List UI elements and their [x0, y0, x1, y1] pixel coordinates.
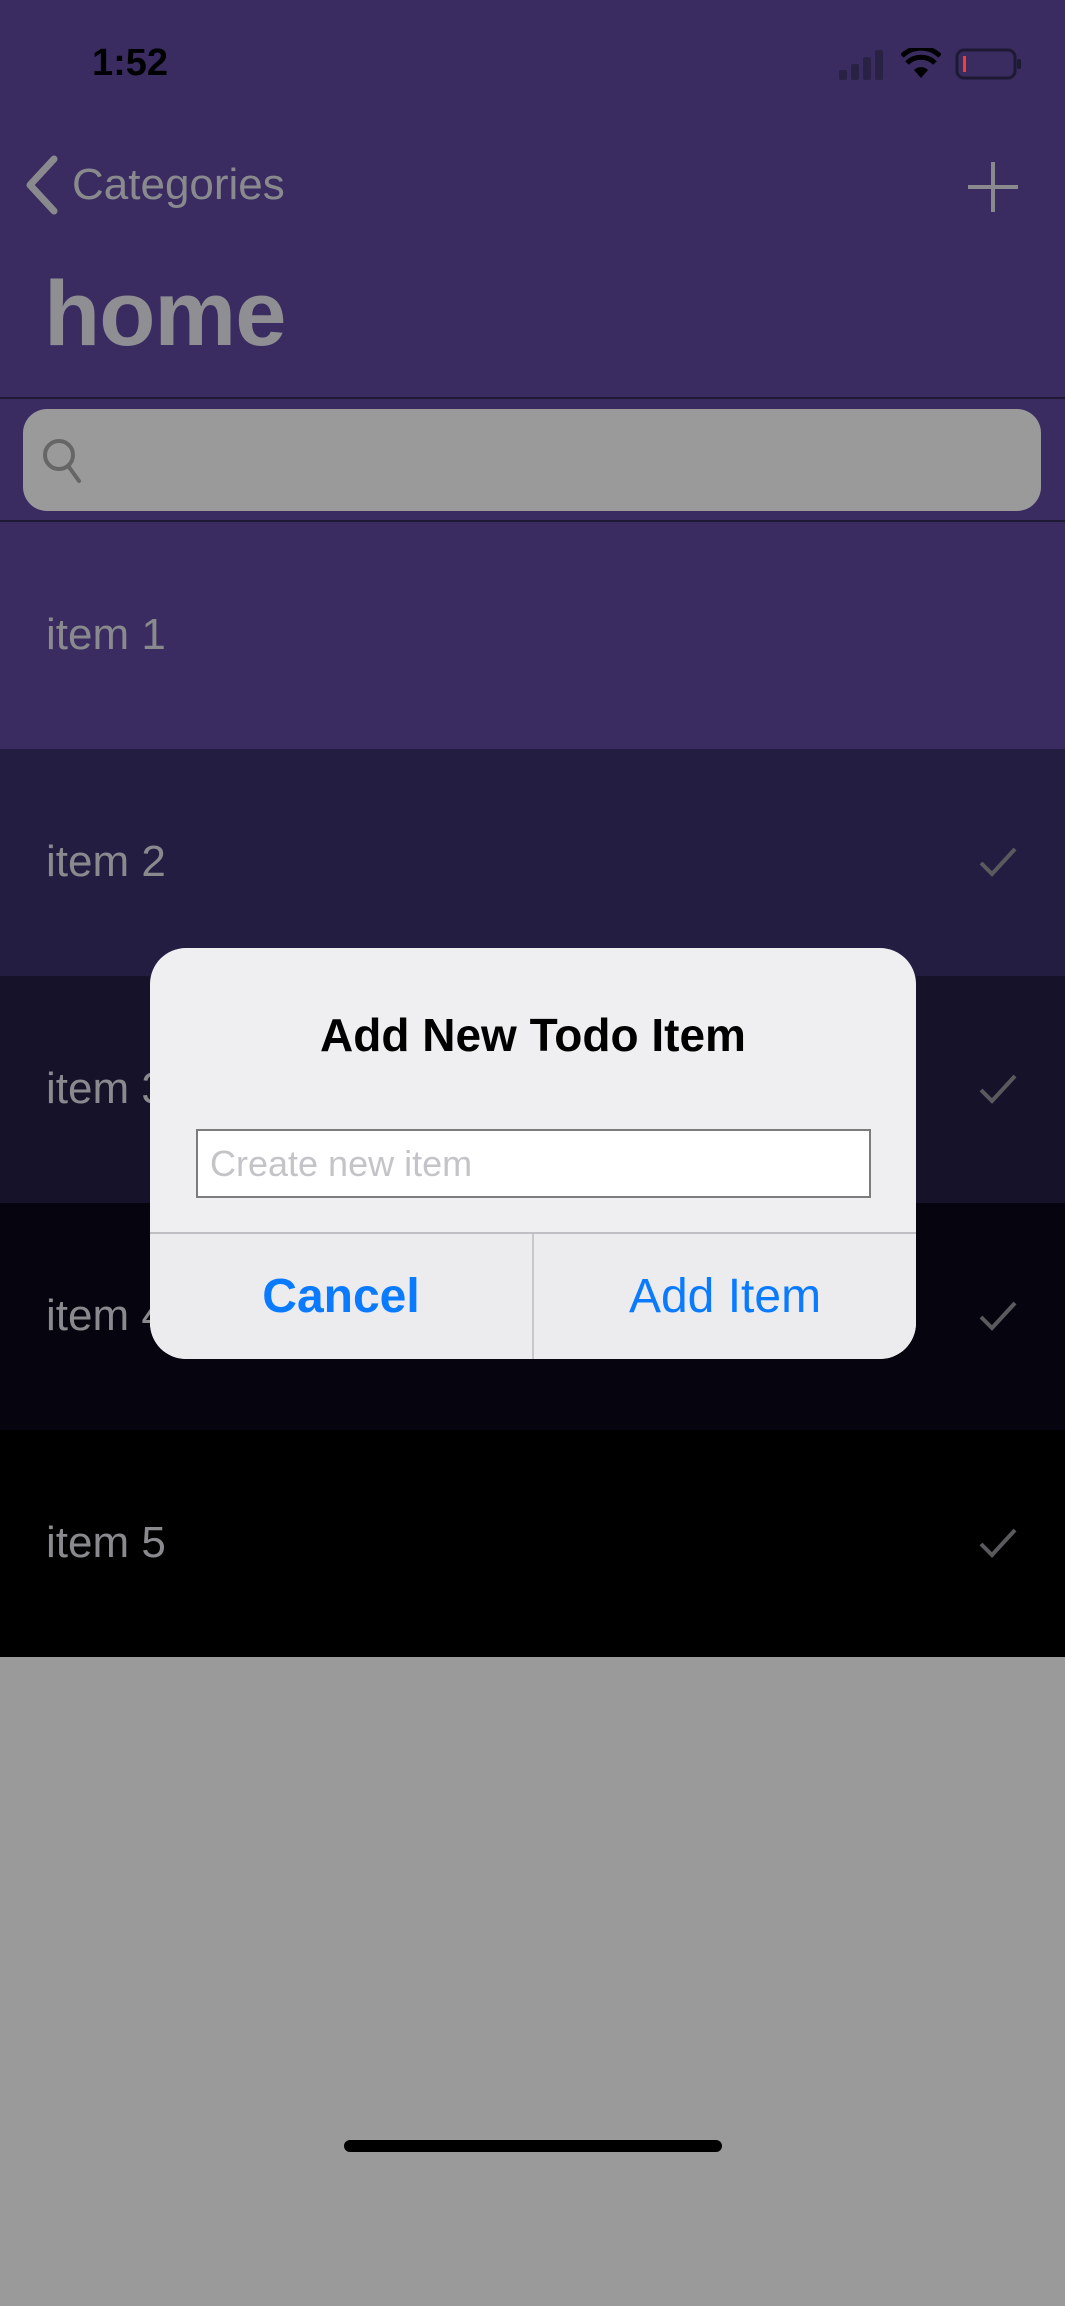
search-icon: [43, 439, 81, 483]
back-button[interactable]: Categories: [22, 155, 285, 215]
add-item-button[interactable]: Add Item: [534, 1234, 916, 1359]
item-label: item 5: [46, 1518, 166, 1567]
item-label: item 2: [46, 837, 166, 886]
item-label: item 1: [46, 610, 166, 659]
checkmark-icon: [979, 1074, 1017, 1104]
new-item-input[interactable]: [196, 1129, 871, 1198]
signal-icon: [839, 50, 883, 80]
dialog-title: Add New Todo Item: [320, 1009, 746, 1061]
battery-icon: [955, 48, 1021, 80]
wifi-icon: [901, 48, 941, 78]
dialog-buttons: Cancel Add Item: [150, 1232, 916, 1359]
status-time: 1:52: [92, 42, 169, 84]
back-label: Categories: [72, 160, 285, 209]
checkmark-icon: [979, 1301, 1017, 1331]
item-label: item 4: [46, 1291, 166, 1340]
list-item[interactable]: item 5: [0, 1430, 1065, 1657]
page-title: home: [44, 263, 286, 365]
chevron-left-icon: [26, 155, 58, 215]
home-indicator[interactable]: [344, 2140, 722, 2152]
status-icons: [837, 48, 1023, 80]
add-button-plus-icon[interactable]: [966, 160, 1020, 214]
list-item[interactable]: item 1: [0, 522, 1065, 749]
navigation-bar: 1:52 Categories home: [0, 0, 1065, 522]
add-item-dialog: Add New Todo Item Cancel Add Item: [150, 948, 916, 1359]
search-input[interactable]: [23, 409, 1041, 511]
checkmark-icon: [979, 1528, 1017, 1558]
divider: [0, 397, 1065, 399]
item-label: item 3: [46, 1064, 166, 1113]
checkmark-icon: [979, 847, 1017, 877]
cancel-button[interactable]: Cancel: [150, 1234, 534, 1359]
list-item[interactable]: item 2: [0, 749, 1065, 976]
